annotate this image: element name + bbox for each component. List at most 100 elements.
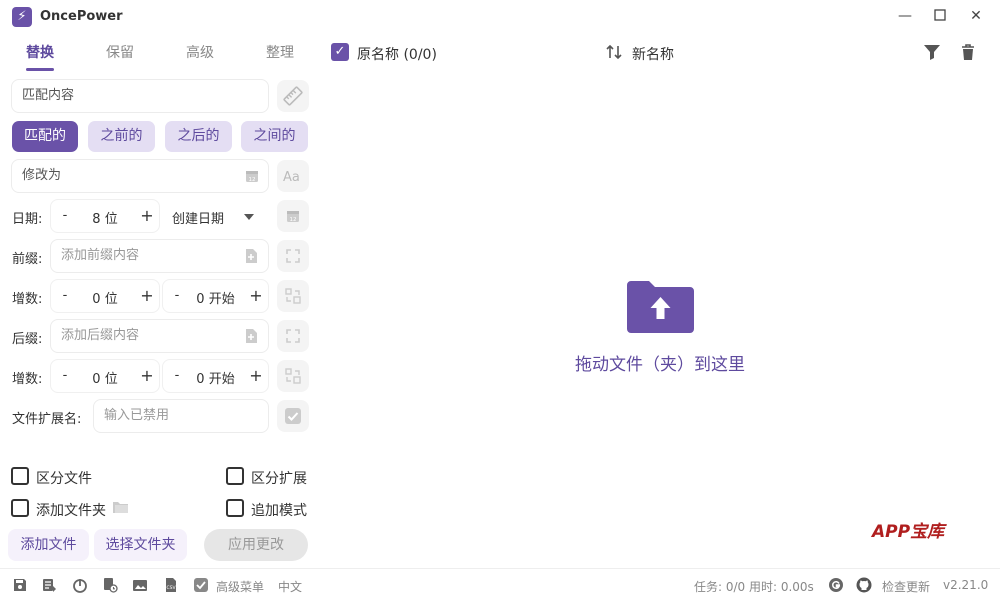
date-type-select[interactable]: 创建日期 [172,208,224,227]
add-file-button[interactable]: 添加文件 [8,529,89,561]
save-icon[interactable] [12,577,28,593]
date-digits-stepper[interactable]: - 8 位 + [50,199,160,233]
suffix-reset-button[interactable] [277,320,309,352]
increment-digits-stepper[interactable]: - 0 位 + [50,279,160,313]
decrement-button[interactable]: - [171,288,183,303]
app-window: ⚡ OncePower — ✕ 替换 保留 高级 整理 匹配内容 匹配的 之前的… [0,0,1000,600]
svg-text:12: 12 [249,177,256,183]
increment-label: 增数: [12,372,43,387]
increment-start-stepper[interactable]: - 0 开始 + [162,359,269,393]
reset-icon [286,329,300,343]
advanced-menu-checkbox[interactable] [193,577,209,593]
language-toggle[interactable]: 中文 [278,578,302,595]
minimize-button[interactable]: — [897,8,913,24]
ruler-icon [283,86,303,106]
match-mode-before[interactable]: 之前的 [88,121,155,152]
increment-label: 增数: [12,292,43,307]
match-mode-matched[interactable]: 匹配的 [12,121,78,152]
task-status: 任务: 0/0 用时: 0.00s [694,580,814,594]
tab-organize[interactable]: 整理 [250,42,310,62]
calendar-icon[interactable]: 12 [244,168,260,184]
match-input[interactable]: 匹配内容 [11,79,269,113]
tab-keep[interactable]: 保留 [90,42,150,62]
swap-sort-icon[interactable] [604,42,624,62]
select-folder-button[interactable]: 选择文件夹 [94,529,187,561]
modify-to-input[interactable]: 修改为 [11,159,269,193]
title-bar: ⚡ OncePower — ✕ [0,0,1000,32]
stepper-value: 8 位 [92,212,118,227]
upload-folder-icon[interactable] [627,281,694,333]
extension-label: 文件扩展名: [12,412,82,427]
case-button[interactable]: Aa [277,160,309,192]
decrement-button[interactable]: - [59,288,71,303]
prefix-label: 前缀: [12,252,43,267]
check-update-link[interactable]: 检查更新 [882,578,930,595]
decrement-button[interactable]: - [59,368,71,383]
close-button[interactable]: ✕ [968,8,984,24]
checkbox-icon [285,408,301,424]
decrement-button[interactable]: - [59,208,71,223]
increment-button[interactable]: + [248,366,264,385]
increment-order-button[interactable] [277,280,309,312]
extension-toggle-button[interactable] [277,400,309,432]
maximize-button[interactable] [932,8,948,24]
watermark-logo: APP宝库 [872,522,945,542]
edit-list-icon[interactable] [41,577,57,593]
increment-digits-stepper[interactable]: - 0 位 + [50,359,160,393]
match-mode-after[interactable]: 之后的 [165,121,232,152]
original-name-checkbox[interactable]: ✓ [331,43,349,61]
reset-icon [286,249,300,263]
status-bar: CSV 高级菜单 中文 任务: 0/0 用时: 0.00s 检查更新 v2.21… [0,568,1000,600]
append-mode-checkbox[interactable] [226,499,244,517]
filter-icon[interactable] [922,42,942,62]
suffix-input[interactable]: 添加后缀内容 [50,319,269,353]
append-mode-label: 追加模式 [251,503,307,519]
increment-button[interactable]: + [139,366,155,385]
tab-advanced[interactable]: 高级 [170,42,230,62]
csv-icon[interactable]: CSV [163,577,179,593]
svg-text:Aa: Aa [283,170,300,184]
file-insert-icon[interactable] [244,248,258,264]
ruler-button[interactable] [277,80,309,112]
distinguish-extension-checkbox[interactable] [226,467,244,485]
maximize-icon [934,9,946,21]
folder-icon [113,502,128,513]
date-label: 日期: [12,212,43,227]
svg-text:CSV: CSV [166,585,176,591]
increment-button[interactable]: + [139,286,155,305]
app-title: OncePower [40,9,123,24]
increment-button[interactable]: + [248,286,264,305]
mode-tabs: 替换 保留 高级 整理 [10,42,310,72]
g-logo-icon[interactable] [828,577,844,593]
apply-changes-button[interactable]: 应用更改 [204,529,308,561]
file-insert-icon[interactable] [244,328,258,344]
distinguish-extension-label: 区分扩展 [251,471,307,487]
increment-order-button[interactable] [277,360,309,392]
distinguish-file-checkbox[interactable] [11,467,29,485]
stepper-value: 0 位 [92,372,118,387]
tab-replace[interactable]: 替换 [10,42,70,62]
advanced-menu-label: 高级菜单 [216,580,265,594]
stepper-value: 0 开始 [196,292,235,307]
file-time-icon[interactable] [102,577,118,593]
power-icon[interactable] [72,577,88,593]
add-folder-checkbox[interactable] [11,499,29,517]
increment-button[interactable]: + [139,206,155,225]
decrement-button[interactable]: - [171,368,183,383]
prefix-reset-button[interactable] [277,240,309,272]
svg-text:12: 12 [290,217,297,223]
date-calendar-button[interactable]: 12 [277,200,309,232]
prefix-input[interactable]: 添加前缀内容 [50,239,269,273]
increment-start-stepper[interactable]: - 0 开始 + [162,279,269,313]
github-icon[interactable] [856,577,872,593]
active-tab-indicator [26,68,54,71]
add-folder-label: 添加文件夹 [36,503,106,519]
delete-icon[interactable] [958,42,978,62]
drop-zone-text: 拖动文件（夹）到这里 [575,355,745,375]
suffix-label: 后缀: [12,332,43,347]
app-logo-icon: ⚡ [12,7,32,27]
chevron-down-icon[interactable] [244,214,254,220]
match-mode-between[interactable]: 之间的 [241,121,308,152]
extension-input[interactable]: 输入已禁用 [93,399,269,433]
image-icon[interactable] [132,577,148,593]
